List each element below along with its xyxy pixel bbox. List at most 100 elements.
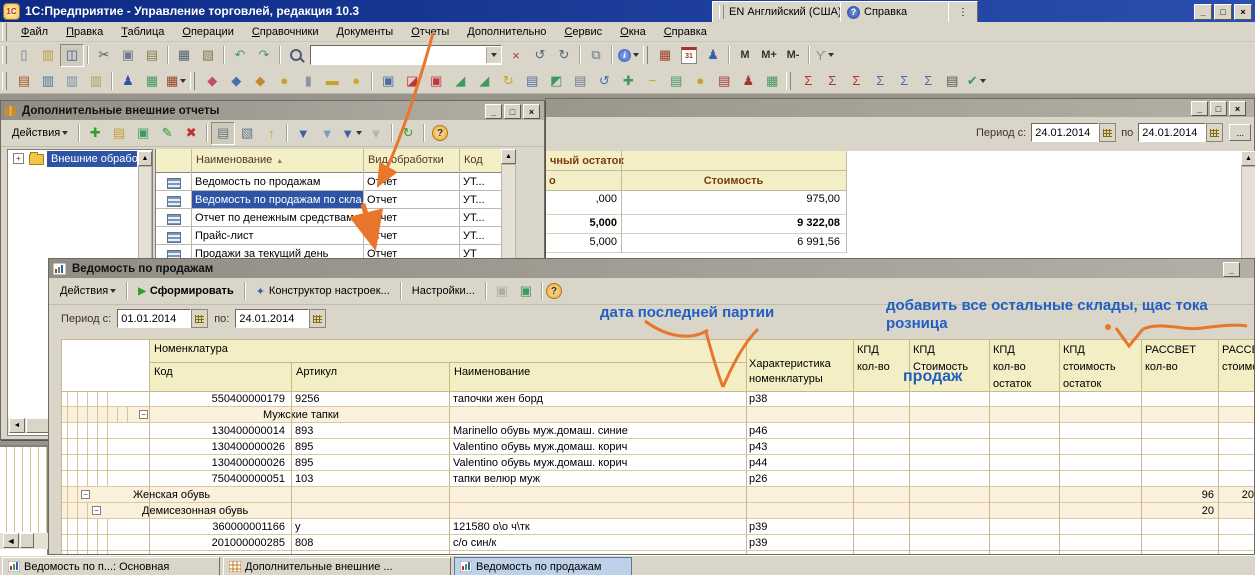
scroll-up-icon[interactable]: ▲ bbox=[138, 151, 152, 166]
horizontal-scrollbar[interactable]: ◄ bbox=[0, 533, 48, 549]
menu-item-сервис[interactable]: Сервис bbox=[555, 23, 611, 40]
collapse-group-icon[interactable]: − bbox=[81, 490, 90, 499]
receipt-icon[interactable]: ◢ bbox=[448, 69, 472, 92]
new-document-icon[interactable]: ▯ bbox=[12, 44, 36, 67]
open-document-icon[interactable]: ▥ bbox=[36, 44, 60, 67]
list-row-type[interactable]: Отчет bbox=[363, 209, 459, 227]
search-input[interactable] bbox=[311, 48, 486, 62]
list-row-type[interactable]: Отчет bbox=[363, 227, 459, 245]
menu-item-окна[interactable]: Окна bbox=[611, 23, 655, 40]
return-doc-icon[interactable]: ◪ bbox=[400, 69, 424, 92]
toolbar-options-button[interactable]: ⋮ bbox=[948, 1, 978, 23]
taskbar-tab-1[interactable]: Ведомость по п...: Основная bbox=[2, 557, 220, 575]
cell-name[interactable]: Valentino обувь муж.домаш. корич bbox=[449, 455, 746, 471]
language-bar[interactable]: EN Английский (США) bbox=[712, 1, 850, 23]
scroll-left-icon[interactable]: ◄ bbox=[9, 418, 25, 433]
menu-item-файл[interactable]: Файл bbox=[12, 23, 57, 40]
report-sigma-icon[interactable]: Σ bbox=[844, 69, 868, 92]
print-doc-icon[interactable]: ▥ bbox=[36, 69, 60, 92]
invoice-icon[interactable]: ▣ bbox=[424, 69, 448, 92]
receipt-icon[interactable]: ◢ bbox=[472, 69, 496, 92]
help-panel[interactable]: ? Справка bbox=[840, 1, 958, 23]
doc-journal-icon[interactable]: ▤ bbox=[520, 69, 544, 92]
cell-article[interactable]: 808 bbox=[291, 535, 449, 551]
calculator-icon[interactable]: ▦ bbox=[653, 44, 677, 67]
taskbar-tab-3[interactable]: Ведомость по продажам bbox=[454, 557, 632, 575]
cell-name[interactable]: с/о син/к bbox=[449, 535, 746, 551]
cell-article[interactable]: 895 bbox=[291, 455, 449, 471]
memory-icon[interactable]: M bbox=[733, 44, 757, 67]
cell-name[interactable]: Valentino обувь муж.домаш. корич bbox=[449, 439, 746, 455]
cell-name[interactable]: Marinello обувь муж.домаш. синие bbox=[449, 423, 746, 439]
menu-item-правка[interactable]: Правка bbox=[57, 23, 112, 40]
menu-item-справка[interactable]: Справка bbox=[655, 23, 716, 40]
redo-icon[interactable]: ↷ bbox=[252, 44, 276, 67]
scrollbar-thumb[interactable] bbox=[20, 533, 34, 548]
cell-characteristic[interactable]: p26 bbox=[746, 471, 853, 487]
copy-buffer-icon[interactable]: ⧉ bbox=[584, 44, 608, 67]
incoming-icon[interactable]: ◩ bbox=[544, 69, 568, 92]
calendar-icon[interactable]: 31 bbox=[677, 44, 701, 67]
coins-icon[interactable]: ● bbox=[344, 69, 368, 92]
menu-item-дополнительно[interactable]: Дополнительно bbox=[458, 23, 555, 40]
copy-icon[interactable]: ▣ bbox=[116, 44, 140, 67]
service-wrench-icon[interactable]: Ƴ bbox=[813, 44, 837, 67]
column-header-code[interactable]: Код bbox=[459, 149, 501, 173]
cell-article[interactable]: 9256 bbox=[291, 391, 449, 407]
scroll-up-icon[interactable]: ▲ bbox=[1241, 151, 1255, 166]
user-permissions-icon[interactable]: ♟ bbox=[701, 44, 725, 67]
column-header-name[interactable]: Наименование▲ bbox=[191, 149, 363, 173]
list-row-name[interactable]: Ведомость по продажам bbox=[191, 173, 363, 191]
cut-icon[interactable]: ✂ bbox=[92, 44, 116, 67]
list-row-code[interactable]: УТ... bbox=[459, 209, 501, 227]
register-icon[interactable]: ▦ bbox=[164, 69, 188, 92]
scroll-up-icon[interactable]: ▲ bbox=[501, 149, 516, 164]
sales-doc-icon[interactable]: ▣ bbox=[376, 69, 400, 92]
list-row-name[interactable]: Прайс-лист bbox=[191, 227, 363, 245]
cell-code[interactable]: 130400000014 bbox=[149, 423, 291, 439]
list-row-code[interactable]: УТ... bbox=[459, 227, 501, 245]
menu-item-таблица[interactable]: Таблица bbox=[112, 23, 173, 40]
list-row-type[interactable]: Отчет bbox=[363, 173, 459, 191]
customer-icon[interactable]: ◆ bbox=[200, 69, 224, 92]
cell-article[interactable]: 103 bbox=[291, 471, 449, 487]
scroll-left-icon[interactable]: ◄ bbox=[3, 533, 19, 548]
cell-code[interactable]: 201000000285 bbox=[149, 535, 291, 551]
payment-icon[interactable]: ● bbox=[272, 69, 296, 92]
close-button[interactable]: × bbox=[1234, 4, 1252, 20]
cell-article[interactable]: 893 bbox=[291, 423, 449, 439]
list-row-code[interactable]: УТ... bbox=[459, 173, 501, 191]
taskbar-tab-2[interactable]: Дополнительные внешние ... bbox=[223, 557, 451, 575]
memory-minus-icon[interactable]: M- bbox=[781, 44, 805, 67]
balance-cost-cell[interactable]: 6 991,56 bbox=[621, 234, 846, 253]
memory-plus-icon[interactable]: M+ bbox=[757, 44, 781, 67]
report-sigma-icon[interactable]: Σ bbox=[796, 69, 820, 92]
red-doc-icon[interactable]: ▤ bbox=[712, 69, 736, 92]
cell-characteristic[interactable]: p39 bbox=[746, 535, 853, 551]
warehouse-icon[interactable]: ▮ bbox=[296, 69, 320, 92]
list-row-name[interactable]: Отчет по денежным средствам bbox=[191, 209, 363, 227]
report-sigma-icon[interactable]: Σ bbox=[868, 69, 892, 92]
info-icon[interactable]: i bbox=[616, 44, 641, 67]
save-icon[interactable]: ◫ bbox=[60, 44, 84, 67]
cell-code[interactable]: 550400000179 bbox=[149, 391, 291, 407]
cell-characteristic[interactable]: p39 bbox=[746, 519, 853, 535]
minimize-button[interactable]: _ bbox=[1194, 4, 1212, 20]
find-icon[interactable] bbox=[284, 44, 308, 67]
list-row-type[interactable]: Отчет bbox=[363, 191, 459, 209]
print-doc-icon[interactable]: ▥ bbox=[60, 69, 84, 92]
cell-characteristic[interactable]: p43 bbox=[746, 439, 853, 455]
scale-up-icon[interactable]: ↺ bbox=[528, 44, 552, 67]
cell-article[interactable]: y bbox=[291, 519, 449, 535]
cell-rassvet-cost[interactable]: 20 bbox=[1218, 487, 1255, 503]
add-money-icon[interactable]: ✚ bbox=[616, 69, 640, 92]
list-row-code[interactable]: УТ... bbox=[459, 191, 501, 209]
report-list-icon[interactable]: ▤ bbox=[940, 69, 964, 92]
menu-item-отчеты[interactable]: Отчеты bbox=[402, 23, 458, 40]
report-sigma-icon[interactable]: Σ bbox=[916, 69, 940, 92]
report-sigma-icon[interactable]: Σ bbox=[820, 69, 844, 92]
structure-icon[interactable]: ▦ bbox=[760, 69, 784, 92]
search-dropdown-icon[interactable] bbox=[486, 47, 501, 63]
customer-order-icon[interactable]: ◆ bbox=[224, 69, 248, 92]
tree-expander-icon[interactable]: + bbox=[13, 153, 24, 164]
